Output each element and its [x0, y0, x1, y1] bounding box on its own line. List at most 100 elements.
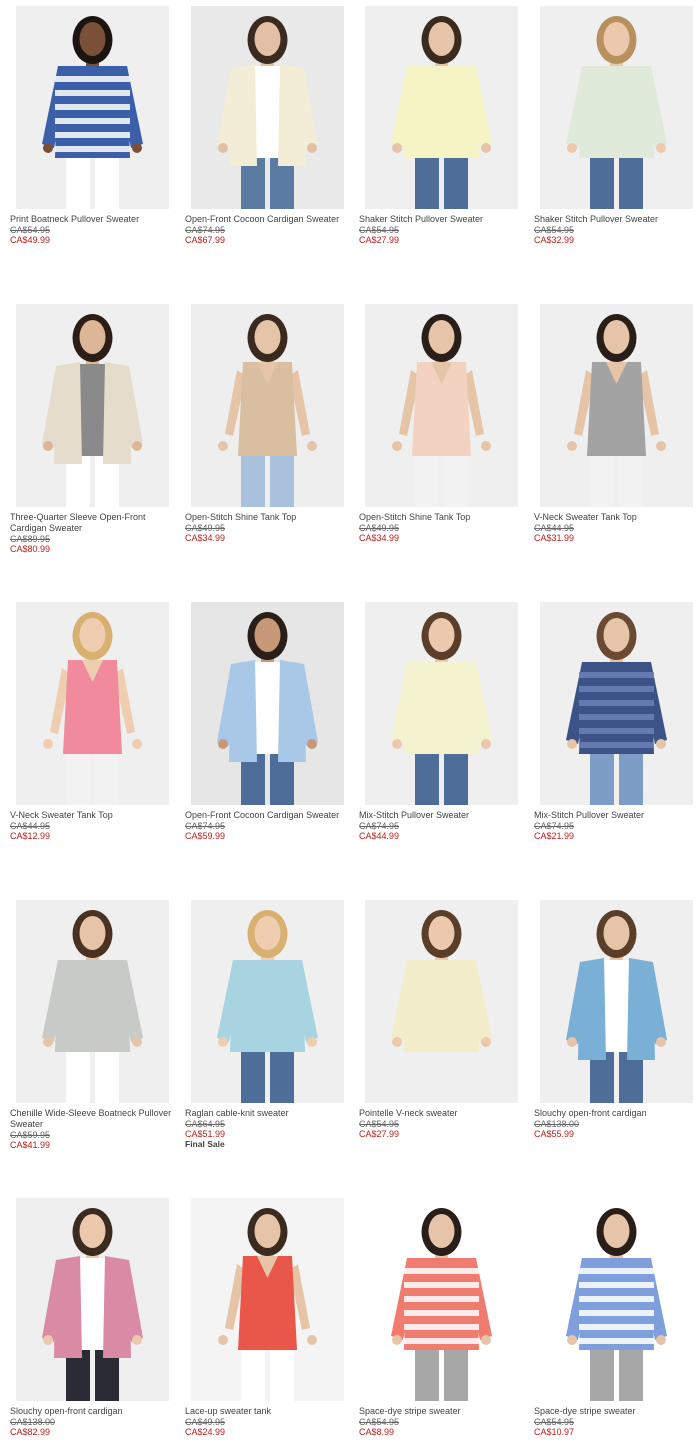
original-price: CA$138.00 — [534, 1119, 580, 1129]
product-name-link[interactable]: Open-Front Cocoon Cardigan Sweater — [185, 214, 351, 225]
product-image[interactable] — [191, 304, 344, 507]
sale-price: CA$21.99 — [534, 831, 575, 841]
product-name-link[interactable]: Slouchy open-front cardigan — [10, 1406, 176, 1417]
sale-price: CA$24.99 — [185, 1427, 226, 1437]
product-info: Shaker Stitch Pullover Sweater CA$54.95 CA… — [359, 214, 525, 245]
product-grid: Print Boatneck Pullover Sweater CA$54.95 C… — [0, 0, 700, 1455]
model-illustration — [191, 900, 344, 1103]
product-name-link[interactable]: Open-Front Cocoon Cardigan Sweater — [185, 810, 351, 821]
product-image[interactable] — [16, 304, 169, 507]
product-name-link[interactable]: Shaker Stitch Pullover Sweater — [534, 214, 700, 225]
product-name-link[interactable]: Open-Stitch Shine Tank Top — [359, 512, 525, 523]
product-name-link[interactable]: Three-Quarter Sleeve Open-Front Cardigan… — [10, 512, 176, 534]
product-image[interactable] — [540, 304, 693, 507]
product-name-link[interactable]: Raglan cable-knit sweater — [185, 1108, 351, 1119]
model-illustration — [365, 900, 518, 1103]
model-illustration — [191, 602, 344, 805]
product-name-link[interactable]: V-Neck Sweater Tank Top — [10, 810, 176, 821]
product-name-link[interactable]: Mix-Stitch Pullover Sweater — [359, 810, 525, 821]
product-info: Three-Quarter Sleeve Open-Front Cardigan… — [10, 512, 176, 554]
product-info: Open-Front Cocoon Cardigan Sweater CA$74.… — [185, 214, 351, 245]
original-price: CA$54.95 — [534, 225, 575, 235]
product-info: Open-Front Cocoon Cardigan Sweater CA$74.… — [185, 810, 351, 841]
product-info: Lace-up sweater tank CA$49.95 CA$24.99 — [185, 1406, 351, 1437]
model-illustration — [365, 602, 518, 805]
sale-price: CA$8.99 — [359, 1427, 395, 1437]
product-name-link[interactable]: Space-dye stripe sweater — [534, 1406, 700, 1417]
sale-price: CA$12.99 — [10, 831, 51, 841]
original-price: CA$49.95 — [359, 523, 400, 533]
product-info: Slouchy open-front cardigan CA$138.00 CA$8… — [10, 1406, 176, 1437]
product-info: Mix-Stitch Pullover Sweater CA$74.95 CA$21… — [534, 810, 700, 841]
product-image[interactable] — [540, 1198, 693, 1401]
product-info: Pointelle V-neck sweater CA$54.95 CA$27.99 — [359, 1108, 525, 1139]
original-price: CA$138.00 — [10, 1417, 56, 1427]
product-image[interactable] — [365, 602, 518, 805]
original-price: CA$89.95 — [10, 534, 51, 544]
product-name-link[interactable]: V-Neck Sweater Tank Top — [534, 512, 700, 523]
product-name-link[interactable]: Print Boatneck Pullover Sweater — [10, 214, 176, 225]
product-info: Space-dye stripe sweater CA$54.95 CA$8.99 — [359, 1406, 525, 1437]
original-price: CA$54.95 — [10, 225, 51, 235]
model-illustration — [540, 602, 693, 805]
product-name-link[interactable]: Chenille Wide-Sleeve Boatneck Pullover S… — [10, 1108, 176, 1130]
sale-price: CA$27.99 — [359, 235, 400, 245]
model-illustration — [365, 1198, 518, 1401]
product-name-link[interactable]: Lace-up sweater tank — [185, 1406, 351, 1417]
product-image[interactable] — [16, 602, 169, 805]
product-image[interactable] — [16, 900, 169, 1103]
product-info: Chenille Wide-Sleeve Boatneck Pullover S… — [10, 1108, 176, 1150]
model-illustration — [16, 304, 169, 507]
product-image[interactable] — [540, 900, 693, 1103]
product-image[interactable] — [365, 6, 518, 209]
model-illustration — [16, 6, 169, 209]
sale-price: CA$27.99 — [359, 1129, 400, 1139]
product-image[interactable] — [191, 6, 344, 209]
product-info: Mix-Stitch Pullover Sweater CA$74.95 CA$44… — [359, 810, 525, 841]
model-illustration — [191, 6, 344, 209]
product-info: Slouchy open-front cardigan CA$138.00 CA$5… — [534, 1108, 700, 1139]
product-image[interactable] — [540, 6, 693, 209]
sale-price: CA$55.99 — [534, 1129, 575, 1139]
product-image[interactable] — [365, 304, 518, 507]
model-illustration — [540, 900, 693, 1103]
product-image[interactable] — [16, 6, 169, 209]
product-info: V-Neck Sweater Tank Top CA$44.95 CA$12.99 — [10, 810, 176, 841]
product-info: Raglan cable-knit sweater CA$64.95 CA$51.9… — [185, 1108, 351, 1150]
product-image[interactable] — [365, 1198, 518, 1401]
original-price: CA$74.95 — [185, 821, 226, 831]
sale-price: CA$49.99 — [10, 235, 51, 245]
model-illustration — [191, 304, 344, 507]
original-price: CA$54.95 — [359, 1417, 400, 1427]
product-info: Print Boatneck Pullover Sweater CA$54.95 C… — [10, 214, 176, 245]
sale-price: CA$34.99 — [185, 533, 226, 543]
product-image[interactable] — [191, 900, 344, 1103]
sale-price: CA$82.99 — [10, 1427, 51, 1437]
original-price: CA$74.95 — [359, 821, 400, 831]
original-price: CA$74.95 — [534, 821, 575, 831]
model-illustration — [16, 900, 169, 1103]
product-image[interactable] — [191, 1198, 344, 1401]
original-price: CA$59.95 — [10, 1130, 51, 1140]
model-illustration — [540, 6, 693, 209]
product-name-link[interactable]: Slouchy open-front cardigan — [534, 1108, 700, 1119]
product-name-link[interactable]: Shaker Stitch Pullover Sweater — [359, 214, 525, 225]
product-image[interactable] — [365, 900, 518, 1103]
sale-price: CA$34.99 — [359, 533, 400, 543]
product-image[interactable] — [540, 602, 693, 805]
model-illustration — [540, 1198, 693, 1401]
product-name-link[interactable]: Pointelle V-neck sweater — [359, 1108, 525, 1119]
model-illustration — [16, 602, 169, 805]
product-info: Open-Stitch Shine Tank Top CA$49.95 CA$34.… — [185, 512, 351, 543]
sale-price: CA$31.99 — [534, 533, 575, 543]
sale-price: CA$41.99 — [10, 1140, 51, 1150]
product-image[interactable] — [191, 602, 344, 805]
product-name-link[interactable]: Space-dye stripe sweater — [359, 1406, 525, 1417]
original-price: CA$64.95 — [185, 1119, 226, 1129]
model-illustration — [191, 1198, 344, 1401]
product-name-link[interactable]: Mix-Stitch Pullover Sweater — [534, 810, 700, 821]
original-price: CA$44.95 — [534, 523, 575, 533]
product-name-link[interactable]: Open-Stitch Shine Tank Top — [185, 512, 351, 523]
original-price: CA$54.95 — [359, 225, 400, 235]
product-image[interactable] — [16, 1198, 169, 1401]
